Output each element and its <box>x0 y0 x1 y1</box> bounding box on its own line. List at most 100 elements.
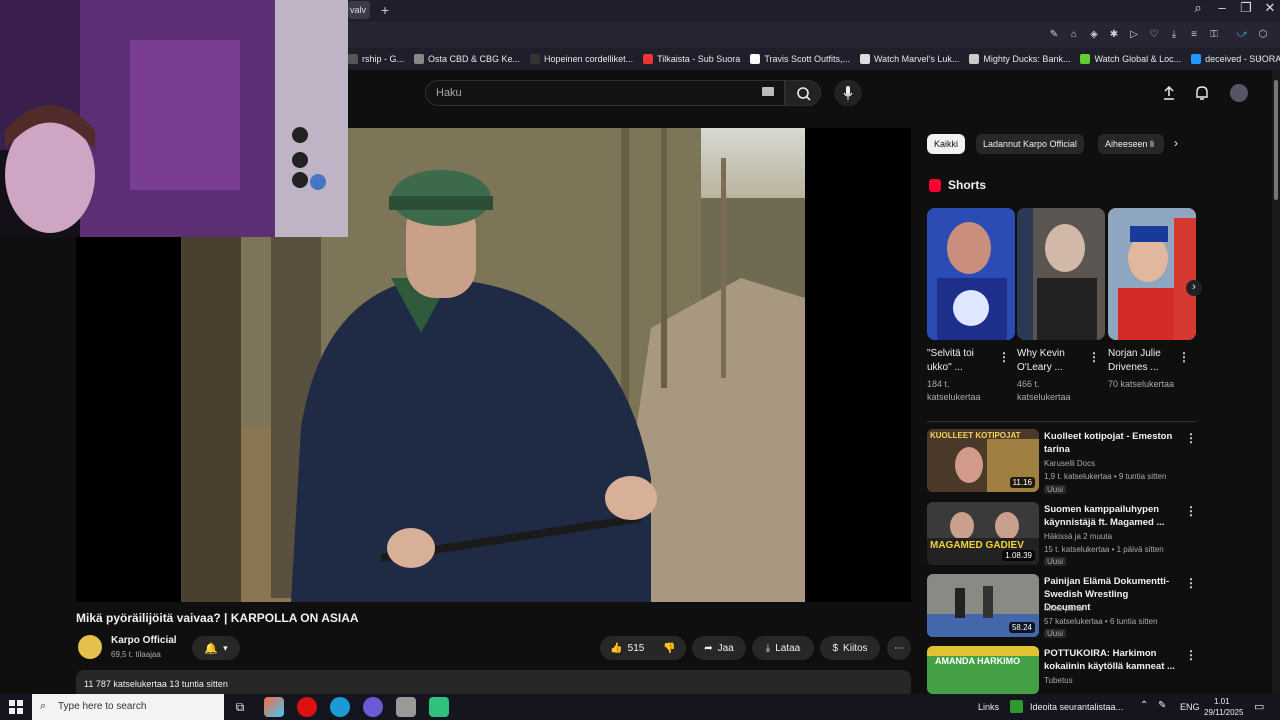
voice-search-button[interactable] <box>834 80 862 106</box>
rec-channel[interactable]: Karuselli Docs <box>1044 458 1184 470</box>
rec-menu-icon[interactable]: ⋮ <box>1185 648 1197 662</box>
search-icon: ⌕ <box>40 700 47 712</box>
close-window-button[interactable]: ✕ <box>1258 0 1280 18</box>
channel-name[interactable]: Karpo Official <box>111 635 177 646</box>
avatar[interactable] <box>1230 84 1248 102</box>
more-actions-button[interactable]: ⋯ <box>887 636 911 660</box>
browser-search-icon[interactable]: ⌕ <box>1186 0 1210 18</box>
copilot-icon[interactable] <box>264 697 284 717</box>
taskbar-notification[interactable]: Ideoita seurantalistaa... <box>1030 702 1130 712</box>
minimize-button[interactable]: – <box>1210 0 1234 18</box>
search-input[interactable]: Haku <box>425 80 785 106</box>
shorts-icon <box>929 179 941 192</box>
bookmark-item[interactable]: Mighty Ducks: Bank... <box>969 54 1070 64</box>
rec-title[interactable]: Kuolleet kotipojat - Emeston tarina <box>1044 430 1176 456</box>
discord-icon[interactable] <box>363 697 383 717</box>
shorts-next-icon[interactable]: › <box>1186 280 1202 296</box>
rec-title[interactable]: Suomen kamppailuhypen käynnistäjä ft. Ma… <box>1044 503 1176 529</box>
short-title[interactable]: Norjan Julie Drivenes ... <box>1108 347 1180 375</box>
edge-icon[interactable] <box>330 697 350 717</box>
clock-date[interactable]: 29/11/2025 <box>1204 708 1243 717</box>
rec-thumbnail[interactable]: MAGAMED GADIEV 1.08.39 <box>927 502 1039 565</box>
app-icon[interactable] <box>396 697 416 717</box>
like-button[interactable]: 👍 515 <box>610 643 644 654</box>
tray-expand-icon[interactable]: ⌃ <box>1140 700 1148 711</box>
restore-button[interactable]: ❐ <box>1234 0 1258 18</box>
notifications-button[interactable] <box>1193 84 1211 107</box>
taskbar-search-input[interactable]: Type here to search <box>32 694 224 720</box>
webcam-scene <box>0 0 348 237</box>
short-thumbnail[interactable] <box>1017 208 1105 340</box>
share-label: Jaa <box>717 642 734 654</box>
heart-icon[interactable]: ♡ <box>1147 28 1161 42</box>
short-thumbnail[interactable] <box>1108 208 1196 340</box>
edit-icon[interactable]: ✎ <box>1047 28 1061 42</box>
download-icon: ⤓ <box>765 642 771 654</box>
thanks-button[interactable]: $ Kiitos <box>820 636 880 660</box>
chip-uploaded-by[interactable]: Ladannut Karpo Official <box>976 134 1084 154</box>
pen-icon[interactable]: ✎ <box>1158 700 1166 711</box>
bookmark-item[interactable]: Watch Global & Loc... <box>1080 54 1181 64</box>
notification-center-icon[interactable]: ▭ <box>1254 700 1264 713</box>
search-button[interactable] <box>785 80 821 106</box>
short-menu-icon[interactable]: ⋮ <box>1178 350 1190 364</box>
bookmark-favicon-icon <box>643 54 654 64</box>
bookmarks-overflow-icon[interactable]: › <box>1258 52 1261 63</box>
shield-icon[interactable]: ◈ <box>1087 28 1101 42</box>
rec-thumbnail[interactable]: 58.24 <box>927 574 1039 637</box>
bookmark-item[interactable]: Osta CBD & CBG Ke... <box>414 54 520 64</box>
taskbar-links[interactable]: Links <box>978 702 999 712</box>
short-menu-icon[interactable]: ⋮ <box>998 350 1010 364</box>
channel-avatar[interactable] <box>78 635 102 659</box>
upload-button[interactable] <box>1160 84 1178 107</box>
task-view-icon[interactable]: ⧉ <box>230 697 250 717</box>
download-icon[interactable]: ⤓ <box>1167 28 1181 42</box>
download-button[interactable]: ⤓ Lataa <box>752 636 814 660</box>
short-title[interactable]: "Selvitä toi ukko" ... <box>927 347 999 375</box>
rec-channel[interactable]: Häkissä ja 2 muuta <box>1044 531 1184 543</box>
dislike-button[interactable]: 👎 <box>663 643 675 654</box>
bookmark-item[interactable]: Travis Scott Outfits,... <box>750 54 850 64</box>
rec-title[interactable]: POTTUKOIRA: Harkimon kokaiinin käytöllä … <box>1044 647 1176 673</box>
home-icon[interactable]: ⌂ <box>1067 28 1081 42</box>
lock-icon[interactable]: ⚿ <box>1207 28 1221 42</box>
keyboard-icon[interactable] <box>762 87 774 96</box>
thanks-label: Kiitos <box>843 642 868 654</box>
browser-tab[interactable]: valv <box>348 1 370 19</box>
scrollbar-thumb[interactable] <box>1274 80 1278 200</box>
windows-start-icon[interactable] <box>9 700 23 714</box>
chips-next-icon[interactable]: › <box>1174 136 1178 150</box>
download-label: Lataa <box>775 642 801 654</box>
app-icon-green[interactable] <box>429 697 449 717</box>
bookmark-favicon-icon <box>969 54 980 64</box>
language-indicator[interactable]: ENG <box>1180 702 1200 712</box>
rec-thumbnail[interactable]: KUOLLEET KOTIPOJAT 11.16 <box>927 429 1039 492</box>
bookmark-item[interactable]: rship - G... <box>348 54 404 64</box>
share-button[interactable]: ➦ Jaa <box>692 636 746 660</box>
rec-thumbnail[interactable]: AMANDA HARKIMO <box>927 646 1039 694</box>
send-icon[interactable]: ▷ <box>1127 28 1141 42</box>
bookmark-item[interactable]: Watch Marvel's Luk... <box>860 54 959 64</box>
menu-icon[interactable]: ≡ <box>1187 28 1201 42</box>
rec-menu-icon[interactable]: ⋮ <box>1185 431 1197 445</box>
settings-icon[interactable]: ⬡ <box>1256 28 1270 42</box>
bookmark-item[interactable]: deceived - SUORAT... <box>1191 54 1280 64</box>
bookmark-item[interactable]: Tilkaista - Sub Suora <box>643 54 740 64</box>
new-tab-button[interactable]: + <box>376 1 394 19</box>
extension-icon[interactable]: ✱ <box>1107 28 1121 42</box>
opera-icon[interactable] <box>297 697 317 717</box>
short-menu-icon[interactable]: ⋮ <box>1088 350 1100 364</box>
bookmark-favicon-icon <box>1080 54 1091 64</box>
rec-menu-icon[interactable]: ⋮ <box>1185 504 1197 518</box>
rec-channel[interactable]: Tubetus <box>1044 675 1184 687</box>
vpn-icon[interactable]: ⤻ <box>1235 28 1249 42</box>
clock-time[interactable]: 1.01 <box>1214 697 1230 706</box>
subscribed-button[interactable]: 🔔 ▾ <box>192 636 240 660</box>
bookmark-item[interactable]: Hopeinen cordelliket... <box>530 54 633 64</box>
rec-menu-icon[interactable]: ⋮ <box>1185 576 1197 590</box>
chip-all[interactable]: Kaikki <box>927 134 966 154</box>
rec-channel[interactable]: nikke pena <box>1044 603 1184 615</box>
short-title[interactable]: Why Kevin O'Leary ... <box>1017 347 1089 375</box>
short-thumbnail[interactable] <box>927 208 1015 340</box>
chip-related[interactable]: Aiheeseen li <box>1098 134 1164 154</box>
